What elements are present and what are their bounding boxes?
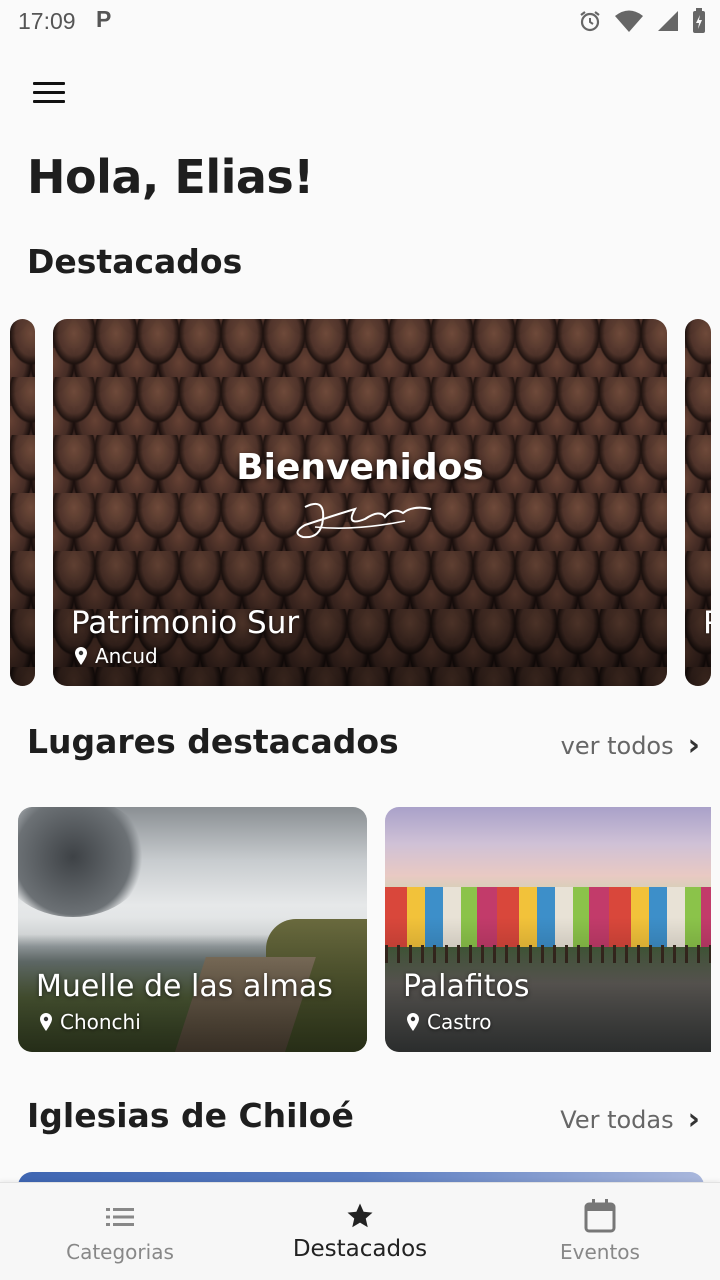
battery-charging-icon — [693, 8, 705, 33]
nav-label: Destacados — [292, 1236, 428, 1262]
status-icons — [578, 8, 706, 34]
star-icon — [347, 1203, 373, 1228]
alarm-icon — [580, 11, 600, 32]
place-location-text: Chonchi — [60, 1010, 141, 1034]
nav-item-destacados[interactable]: Destacados — [240, 1183, 480, 1280]
location-pin-icon — [75, 647, 87, 665]
card-title-partial: P — [703, 605, 711, 641]
card-location: Ancud — [75, 644, 158, 668]
nav-label: Categorias — [66, 1240, 174, 1264]
place-title: Muelle de las almas — [36, 969, 333, 1004]
signal-icon — [658, 11, 678, 31]
location-pin-icon — [407, 1013, 419, 1031]
place-location: Castro — [407, 1010, 492, 1034]
featured-card-previous[interactable] — [10, 319, 35, 686]
place-location: Chonchi — [40, 1010, 141, 1034]
signature-graphic — [296, 503, 432, 539]
welcome-heading: Bienvenidos — [236, 447, 484, 488]
list-icon — [106, 1208, 134, 1226]
place-card[interactable]: Palafitos Castro — [385, 807, 711, 1052]
see-all-label: ver todos — [560, 731, 674, 760]
menu-line — [33, 81, 65, 85]
place-title: Palafitos — [403, 969, 530, 1004]
section-title-destacados: Destacados — [27, 242, 243, 281]
calendar-icon — [584, 1199, 616, 1233]
status-bar: 17:09 P — [0, 0, 720, 44]
featured-card-next[interactable]: P — [685, 319, 711, 686]
card-location-text: Ancud — [95, 644, 158, 668]
featured-card[interactable]: Bienvenidos Patrimonio Sur Ancud — [53, 319, 667, 686]
place-location-text: Castro — [427, 1010, 492, 1034]
nav-item-categorias[interactable]: Categorias — [0, 1183, 240, 1280]
greeting-title: Hola, Elias! — [27, 150, 314, 204]
menu-line — [33, 99, 65, 103]
section-title-iglesias: Iglesias de Chiloé — [27, 1096, 354, 1135]
see-all-places-link[interactable]: ver todos › — [561, 728, 700, 763]
nav-label: Eventos — [560, 1240, 640, 1264]
see-all-churches-link[interactable]: Ver todas › — [560, 1102, 700, 1137]
bottom-navigation: Categorias Destacados Eventos — [0, 1182, 720, 1280]
notification-p-icon: P — [96, 6, 112, 32]
chevron-right-icon: › — [687, 1102, 700, 1137]
hamburger-menu-icon[interactable] — [28, 76, 72, 108]
section-title-lugares: Lugares destacados — [27, 722, 399, 761]
location-pin-icon — [40, 1013, 52, 1031]
place-card[interactable]: Muelle de las almas Chonchi — [18, 807, 367, 1052]
menu-line — [33, 90, 65, 94]
status-time: 17:09 — [18, 8, 76, 34]
chevron-right-icon: › — [687, 728, 700, 763]
see-all-label: Ver todas — [560, 1105, 674, 1134]
wifi-icon — [615, 10, 643, 32]
nav-item-eventos[interactable]: Eventos — [480, 1183, 720, 1280]
card-title: Patrimonio Sur — [71, 605, 300, 641]
